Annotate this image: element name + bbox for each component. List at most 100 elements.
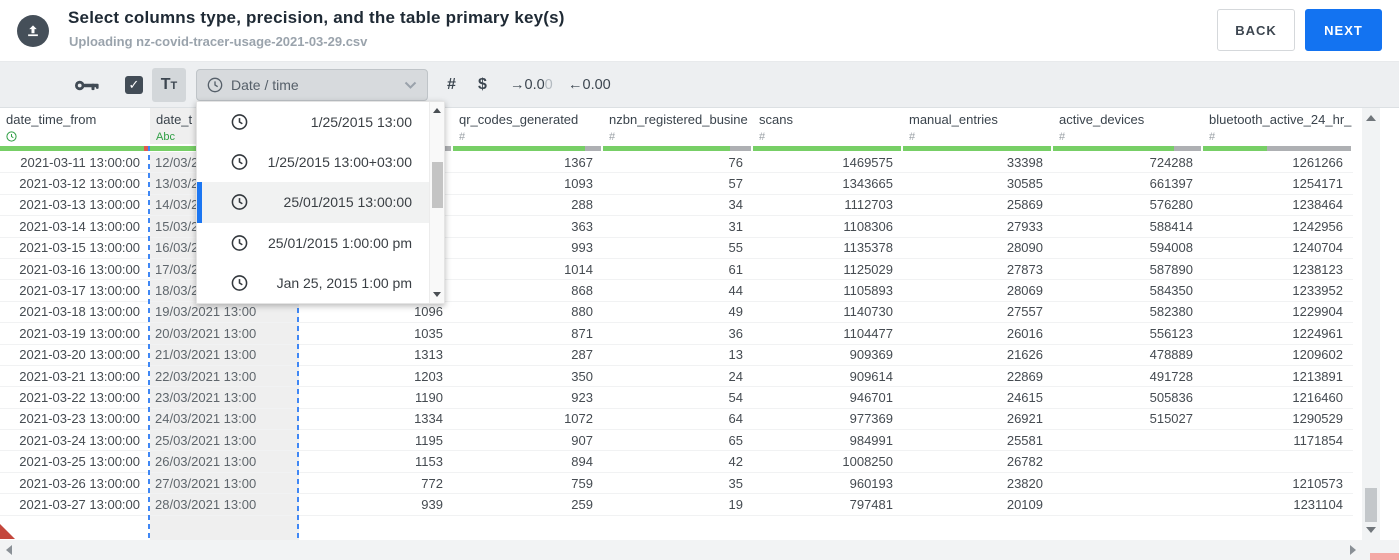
table-cell: 1093	[564, 176, 593, 192]
dropdown-scroll-up-arrow[interactable]	[433, 108, 441, 113]
table-cell: 1014	[564, 261, 593, 277]
decrease-decimal-button[interactable]: ←0.00	[568, 62, 611, 108]
quality-bar	[453, 146, 601, 151]
column-header-scans[interactable]: scans #	[753, 108, 903, 144]
column-label: date_time_from	[6, 112, 97, 127]
table-cell	[1053, 494, 1203, 514]
table-cell: 1035	[414, 325, 443, 341]
table-cell: 28069	[1006, 283, 1043, 299]
table-cell: 26921	[1006, 411, 1043, 427]
increase-decimal-label: →0.0	[510, 77, 545, 93]
table-cell: 49	[728, 304, 743, 320]
scroll-right-arrow[interactable]	[1350, 545, 1356, 555]
table-cell: 1238123	[1292, 261, 1343, 277]
dropdown-scrollbar[interactable]	[429, 102, 444, 303]
back-button[interactable]: BACK	[1217, 9, 1295, 51]
column-header-manual_entries[interactable]: manual_entries #	[903, 108, 1053, 144]
table-cell: 1072	[564, 411, 593, 427]
table-cell: 868	[571, 283, 593, 299]
vertical-scroll-thumb[interactable]	[1365, 488, 1377, 522]
column-label: bluetooth_active_24_hr_	[1209, 112, 1352, 127]
table-cell: 20109	[1006, 496, 1043, 512]
table-cell: 1190	[415, 389, 443, 405]
next-button[interactable]: NEXT	[1305, 9, 1382, 51]
table-row: 2021-03-27 13:00:00 28/03/2021 13:00 939 25…	[0, 494, 1353, 516]
table-cell: 907	[571, 432, 593, 448]
quality-bar	[753, 146, 901, 151]
table-cell: 30585	[1006, 176, 1043, 192]
column-type-select[interactable]: Date / time	[196, 69, 428, 101]
quality-bar	[903, 146, 1051, 151]
quality-bar	[1053, 146, 1201, 151]
table-cell: 25/03/2021 13:00	[150, 430, 299, 451]
scroll-left-arrow[interactable]	[6, 545, 12, 555]
column-header-active_devices[interactable]: active_devices #	[1053, 108, 1203, 144]
selected-column-extension	[150, 516, 299, 540]
table-cell: 27/03/2021 13:00	[150, 472, 299, 494]
table-cell: 1334	[414, 411, 443, 427]
table-cell: 1343665	[842, 176, 893, 192]
table-cell: 1367	[564, 154, 593, 170]
column-header-bluetooth_active_24_hr_[interactable]: bluetooth_active_24_hr_ #	[1203, 108, 1353, 144]
table-row: 2021-03-25 13:00:00 26/03/2021 13:00 1153 8…	[0, 451, 1353, 473]
column-label: active_devices	[1059, 112, 1145, 127]
table-cell: 33398	[1006, 154, 1043, 170]
table-cell: 1254171	[1292, 176, 1343, 192]
table-cell: 28090	[1006, 240, 1043, 256]
format-option[interactable]: 25/01/2015 1:00:00 pm	[197, 223, 444, 263]
table-cell: 57	[728, 176, 743, 192]
table-cell: 350	[571, 368, 593, 384]
table-cell: 2021-03-24 13:00:00	[19, 432, 140, 448]
table-cell: 1229904	[1292, 304, 1343, 320]
text-type-button[interactable]: Tt	[152, 68, 186, 102]
table-cell: 55	[728, 240, 743, 256]
table-cell: 1125029	[843, 261, 893, 277]
format-option-label: 25/01/2015 13:00:00	[283, 194, 412, 211]
column-label: manual_entries	[909, 112, 998, 127]
format-option[interactable]: 1/25/2015 13:00	[197, 102, 444, 142]
table-row: 2021-03-19 13:00:00 20/03/2021 13:00 1035 8…	[0, 323, 1353, 345]
horizontal-scrollbar[interactable]	[0, 540, 1399, 560]
format-option[interactable]: Jan 25, 2015 1:00 pm	[197, 263, 444, 303]
table-cell: 2021-03-19 13:00:00	[19, 325, 140, 341]
table-cell: 1008250	[842, 454, 893, 470]
select-value: Date / time	[231, 77, 299, 93]
table-cell: 1224961	[1292, 325, 1343, 341]
table-cell: 22869	[1006, 368, 1043, 384]
increase-decimal-button[interactable]: →0.0 0	[510, 62, 553, 108]
column-type-indicator: #	[909, 131, 916, 143]
table-cell: 2021-03-16 13:00:00	[19, 261, 140, 277]
table-cell	[1203, 451, 1353, 471]
column-header-qr_codes_generated[interactable]: qr_codes_generated #	[453, 108, 603, 144]
table-cell: 2021-03-21 13:00:00	[19, 368, 140, 384]
format-option-label: 1/25/2015 13:00+03:00	[267, 154, 412, 171]
table-cell: 880	[571, 304, 593, 320]
format-option[interactable]: 25/01/2015 13:00:00	[197, 182, 444, 223]
primary-key-icon[interactable]	[74, 62, 100, 108]
table-cell: 1240704	[1292, 240, 1343, 256]
dropdown-scroll-down-arrow[interactable]	[433, 292, 441, 297]
table-cell: 24615	[1006, 389, 1043, 405]
table-cell: 2021-03-26 13:00:00	[19, 475, 140, 491]
table-row: 2021-03-23 13:00:00 24/03/2021 13:00 1334 1…	[0, 408, 1353, 431]
vertical-scrollbar[interactable]	[1362, 108, 1380, 540]
table-row: 2021-03-24 13:00:00 25/03/2021 13:00 1195 9…	[0, 430, 1353, 452]
table-cell: 65	[728, 432, 743, 448]
column-header-date_time_from[interactable]: date_time_from	[0, 108, 150, 144]
scroll-down-arrow[interactable]	[1366, 527, 1376, 533]
currency-type-button[interactable]: $	[478, 62, 487, 108]
table-cell: 27873	[1006, 261, 1043, 277]
column-header-nzbn_registered_busine[interactable]: nzbn_registered_busine #	[603, 108, 753, 144]
table-cell: 1112703	[844, 197, 893, 213]
table-cell: 1290529	[1292, 411, 1343, 427]
table-cell: 923	[571, 389, 593, 405]
table-cell: 1171854	[1293, 432, 1343, 448]
table-cell: 1210573	[1292, 475, 1343, 491]
number-type-button[interactable]: #	[447, 62, 456, 108]
format-option[interactable]: 1/25/2015 13:00+03:00	[197, 142, 444, 182]
table-cell: 363	[571, 218, 593, 234]
select-column-checkbox[interactable]: ✓	[125, 76, 143, 94]
dropdown-scroll-thumb[interactable]	[432, 162, 443, 208]
scroll-up-arrow[interactable]	[1366, 115, 1376, 121]
table-cell: 909369	[849, 347, 893, 363]
